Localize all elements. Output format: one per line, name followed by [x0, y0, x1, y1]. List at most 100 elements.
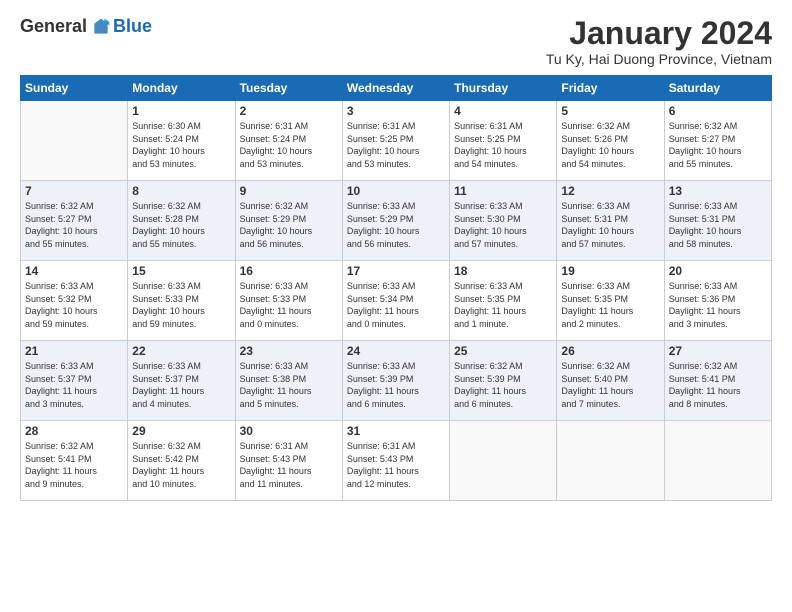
day-number: 4: [454, 104, 552, 118]
calendar-cell: 10 Sunrise: 6:33 AM Sunset: 5:29 PM Dayli…: [342, 181, 449, 261]
day-info: Sunrise: 6:32 AM Sunset: 5:42 PM Dayligh…: [132, 440, 230, 490]
day-info: Sunrise: 6:31 AM Sunset: 5:43 PM Dayligh…: [240, 440, 338, 490]
weekday-header-tuesday: Tuesday: [235, 76, 342, 101]
day-number: 9: [240, 184, 338, 198]
logo: General Blue: [20, 16, 152, 37]
calendar-cell: 21 Sunrise: 6:33 AM Sunset: 5:37 PM Dayli…: [21, 341, 128, 421]
day-number: 11: [454, 184, 552, 198]
day-info: Sunrise: 6:33 AM Sunset: 5:35 PM Dayligh…: [561, 280, 659, 330]
day-number: 6: [669, 104, 767, 118]
calendar: SundayMondayTuesdayWednesdayThursdayFrid…: [20, 75, 772, 501]
day-number: 7: [25, 184, 123, 198]
calendar-cell: 6 Sunrise: 6:32 AM Sunset: 5:27 PM Daylig…: [664, 101, 771, 181]
day-number: 13: [669, 184, 767, 198]
month-title: January 2024: [546, 16, 772, 51]
calendar-cell: 4 Sunrise: 6:31 AM Sunset: 5:25 PM Daylig…: [450, 101, 557, 181]
day-info: Sunrise: 6:32 AM Sunset: 5:26 PM Dayligh…: [561, 120, 659, 170]
day-number: 29: [132, 424, 230, 438]
weekday-header-row: SundayMondayTuesdayWednesdayThursdayFrid…: [21, 76, 772, 101]
weekday-header-monday: Monday: [128, 76, 235, 101]
day-info: Sunrise: 6:33 AM Sunset: 5:37 PM Dayligh…: [25, 360, 123, 410]
day-number: 27: [669, 344, 767, 358]
calendar-cell: 12 Sunrise: 6:33 AM Sunset: 5:31 PM Dayli…: [557, 181, 664, 261]
calendar-cell: 1 Sunrise: 6:30 AM Sunset: 5:24 PM Daylig…: [128, 101, 235, 181]
calendar-cell: 19Sunrise: 6:33 AM Sunset: 5:35 PM Dayli…: [557, 261, 664, 341]
calendar-cell: 23 Sunrise: 6:33 AM Sunset: 5:38 PM Dayli…: [235, 341, 342, 421]
header: General Blue January 2024 Tu Ky, Hai Duo…: [20, 16, 772, 67]
day-info: Sunrise: 6:32 AM Sunset: 5:28 PM Dayligh…: [132, 200, 230, 250]
day-info: Sunrise: 6:31 AM Sunset: 5:25 PM Dayligh…: [347, 120, 445, 170]
day-info: Sunrise: 6:32 AM Sunset: 5:27 PM Dayligh…: [669, 120, 767, 170]
title-block: January 2024 Tu Ky, Hai Duong Province, …: [546, 16, 772, 67]
day-number: 14: [25, 264, 123, 278]
weekday-header-sunday: Sunday: [21, 76, 128, 101]
calendar-cell: 29 Sunrise: 6:32 AM Sunset: 5:42 PM Dayli…: [128, 421, 235, 501]
day-info: Sunrise: 6:32 AM Sunset: 5:41 PM Dayligh…: [25, 440, 123, 490]
logo-general-text: General: [20, 16, 87, 37]
weekday-header-thursday: Thursday: [450, 76, 557, 101]
day-info: Sunrise: 6:30 AM Sunset: 5:24 PM Dayligh…: [132, 120, 230, 170]
day-number: 28: [25, 424, 123, 438]
location: Tu Ky, Hai Duong Province, Vietnam: [546, 51, 772, 67]
calendar-cell: 5 Sunrise: 6:32 AM Sunset: 5:26 PM Daylig…: [557, 101, 664, 181]
day-info: Sunrise: 6:33 AM Sunset: 5:37 PM Dayligh…: [132, 360, 230, 410]
calendar-cell: 30 Sunrise: 6:31 AM Sunset: 5:43 PM Dayli…: [235, 421, 342, 501]
day-info: Sunrise: 6:32 AM Sunset: 5:39 PM Dayligh…: [454, 360, 552, 410]
day-number: 21: [25, 344, 123, 358]
day-info: Sunrise: 6:32 AM Sunset: 5:29 PM Dayligh…: [240, 200, 338, 250]
calendar-cell: 2 Sunrise: 6:31 AM Sunset: 5:24 PM Daylig…: [235, 101, 342, 181]
day-info: Sunrise: 6:33 AM Sunset: 5:34 PM Dayligh…: [347, 280, 445, 330]
day-info: Sunrise: 6:31 AM Sunset: 5:24 PM Dayligh…: [240, 120, 338, 170]
day-number: 2: [240, 104, 338, 118]
calendar-cell: 3 Sunrise: 6:31 AM Sunset: 5:25 PM Daylig…: [342, 101, 449, 181]
day-info: Sunrise: 6:31 AM Sunset: 5:25 PM Dayligh…: [454, 120, 552, 170]
calendar-cell: [664, 421, 771, 501]
calendar-cell: [557, 421, 664, 501]
weekday-header-wednesday: Wednesday: [342, 76, 449, 101]
day-info: Sunrise: 6:33 AM Sunset: 5:33 PM Dayligh…: [240, 280, 338, 330]
day-number: 30: [240, 424, 338, 438]
calendar-cell: 28 Sunrise: 6:32 AM Sunset: 5:41 PM Dayli…: [21, 421, 128, 501]
calendar-cell: 20Sunrise: 6:33 AM Sunset: 5:36 PM Dayli…: [664, 261, 771, 341]
calendar-cell: 11Sunrise: 6:33 AM Sunset: 5:30 PM Dayli…: [450, 181, 557, 261]
day-info: Sunrise: 6:33 AM Sunset: 5:33 PM Dayligh…: [132, 280, 230, 330]
logo-icon: [91, 17, 111, 37]
calendar-cell: 16 Sunrise: 6:33 AM Sunset: 5:33 PM Dayli…: [235, 261, 342, 341]
day-number: 1: [132, 104, 230, 118]
day-info: Sunrise: 6:33 AM Sunset: 5:39 PM Dayligh…: [347, 360, 445, 410]
calendar-cell: 14Sunrise: 6:33 AM Sunset: 5:32 PM Dayli…: [21, 261, 128, 341]
week-row-4: 21 Sunrise: 6:33 AM Sunset: 5:37 PM Dayli…: [21, 341, 772, 421]
day-number: 23: [240, 344, 338, 358]
day-info: Sunrise: 6:33 AM Sunset: 5:31 PM Dayligh…: [561, 200, 659, 250]
day-number: 5: [561, 104, 659, 118]
day-info: Sunrise: 6:33 AM Sunset: 5:29 PM Dayligh…: [347, 200, 445, 250]
day-number: 18: [454, 264, 552, 278]
week-row-1: 1 Sunrise: 6:30 AM Sunset: 5:24 PM Daylig…: [21, 101, 772, 181]
day-number: 3: [347, 104, 445, 118]
day-number: 22: [132, 344, 230, 358]
day-info: Sunrise: 6:32 AM Sunset: 5:41 PM Dayligh…: [669, 360, 767, 410]
week-row-5: 28 Sunrise: 6:32 AM Sunset: 5:41 PM Dayli…: [21, 421, 772, 501]
day-number: 10: [347, 184, 445, 198]
day-number: 12: [561, 184, 659, 198]
day-number: 15: [132, 264, 230, 278]
calendar-cell: 22 Sunrise: 6:33 AM Sunset: 5:37 PM Dayli…: [128, 341, 235, 421]
calendar-cell: 31Sunrise: 6:31 AM Sunset: 5:43 PM Dayli…: [342, 421, 449, 501]
week-row-2: 7Sunrise: 6:32 AM Sunset: 5:27 PM Daylig…: [21, 181, 772, 261]
day-info: Sunrise: 6:33 AM Sunset: 5:35 PM Dayligh…: [454, 280, 552, 330]
day-info: Sunrise: 6:33 AM Sunset: 5:38 PM Dayligh…: [240, 360, 338, 410]
day-number: 17: [347, 264, 445, 278]
calendar-cell: 26 Sunrise: 6:32 AM Sunset: 5:40 PM Dayli…: [557, 341, 664, 421]
day-number: 26: [561, 344, 659, 358]
calendar-cell: 13 Sunrise: 6:33 AM Sunset: 5:31 PM Dayli…: [664, 181, 771, 261]
calendar-cell: 8 Sunrise: 6:32 AM Sunset: 5:28 PM Daylig…: [128, 181, 235, 261]
day-number: 31: [347, 424, 445, 438]
day-info: Sunrise: 6:33 AM Sunset: 5:31 PM Dayligh…: [669, 200, 767, 250]
day-number: 8: [132, 184, 230, 198]
calendar-cell: [21, 101, 128, 181]
calendar-cell: 27 Sunrise: 6:32 AM Sunset: 5:41 PM Dayli…: [664, 341, 771, 421]
day-info: Sunrise: 6:32 AM Sunset: 5:40 PM Dayligh…: [561, 360, 659, 410]
calendar-cell: 9 Sunrise: 6:32 AM Sunset: 5:29 PM Daylig…: [235, 181, 342, 261]
calendar-cell: 7Sunrise: 6:32 AM Sunset: 5:27 PM Daylig…: [21, 181, 128, 261]
day-number: 16: [240, 264, 338, 278]
